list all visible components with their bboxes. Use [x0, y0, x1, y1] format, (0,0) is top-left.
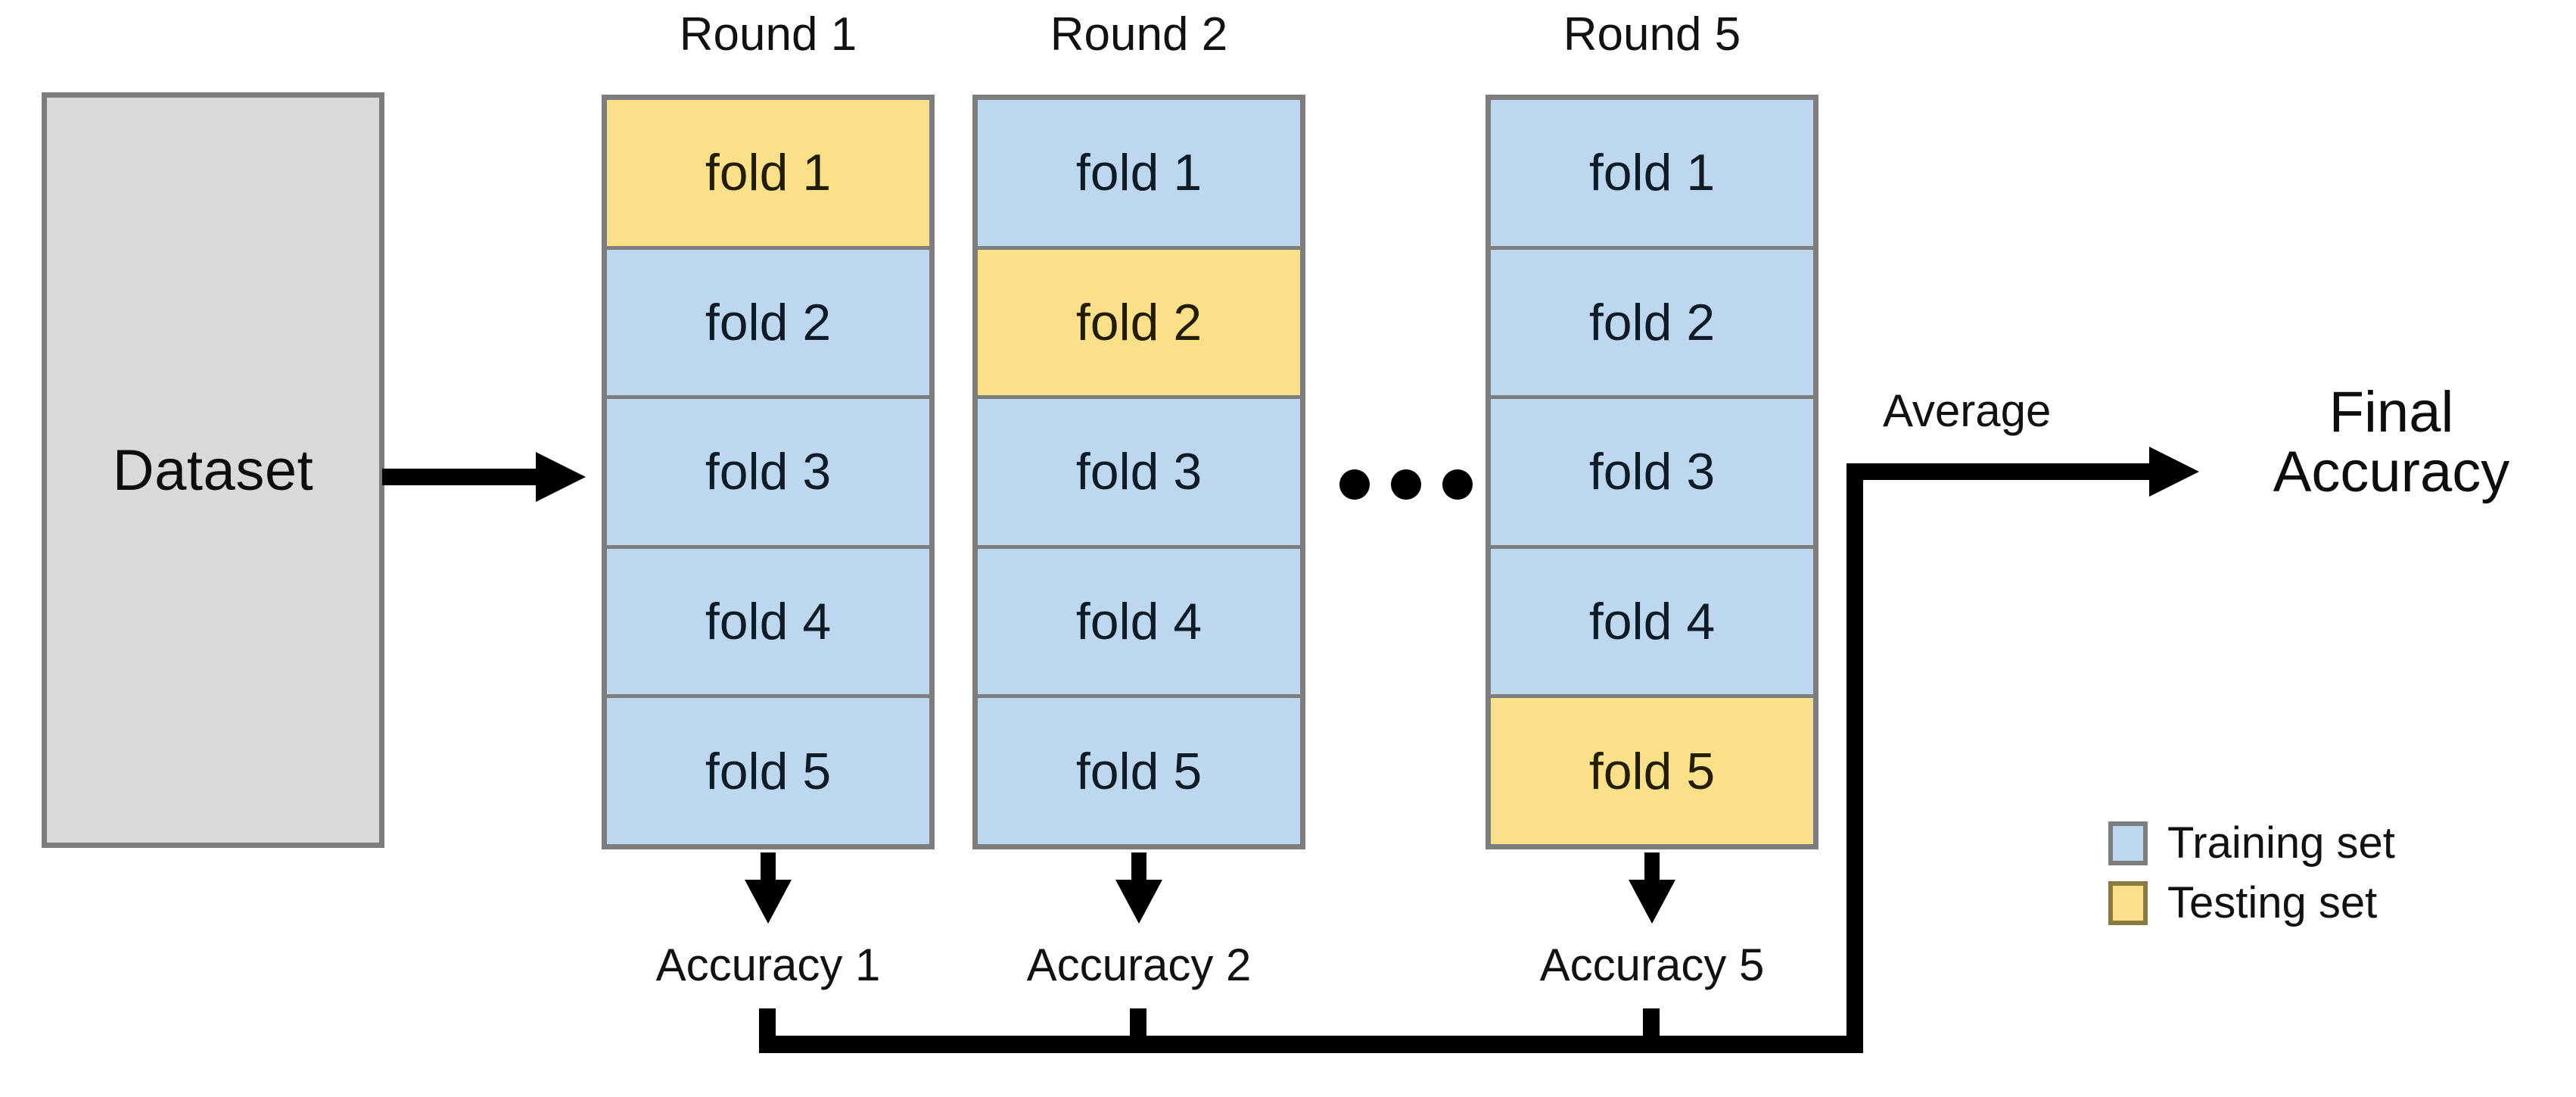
- legend-label-testing: Testing set: [2167, 878, 2378, 927]
- accuracy-1-label: Accuracy 1: [655, 940, 881, 990]
- round-1-fold-1: fold 1: [607, 100, 929, 250]
- legend-item-testing: Testing set: [2108, 877, 2532, 928]
- round-5-fold-3: fold 3: [1491, 399, 1813, 549]
- round-2-fold-2: fold 2: [978, 249, 1300, 400]
- round-5-fold-5: fold 5: [1491, 698, 1813, 844]
- round-1-column: fold 1 fold 2 fold 3 fold 4 fold 5: [602, 95, 935, 849]
- training-set-swatch-icon: [2108, 821, 2148, 865]
- round-5-fold-4: fold 4: [1491, 548, 1813, 699]
- dataset-label: Dataset: [112, 438, 314, 503]
- accuracy-2-label: Accuracy 2: [1026, 940, 1252, 990]
- legend-item-training: Training set: [2108, 818, 2532, 868]
- ellipsis-icon: [1339, 469, 1473, 500]
- accuracy-5-label: Accuracy 5: [1539, 940, 1765, 990]
- round-2-fold-5: fold 5: [978, 698, 1300, 844]
- round-1-title: Round 1: [679, 8, 857, 61]
- round-2-column: fold 1 fold 2 fold 3 fold 4 fold 5: [972, 95, 1305, 849]
- round-2-fold-4: fold 4: [978, 548, 1300, 699]
- final-accuracy-label: Final Accuracy: [2157, 382, 2576, 502]
- round-5-fold-2: fold 2: [1491, 249, 1813, 400]
- average-label: Average: [1883, 385, 2052, 436]
- round-2-fold-3: fold 3: [978, 399, 1300, 549]
- final-accuracy-line-2: Accuracy: [2273, 440, 2510, 505]
- round-2-fold-1: fold 1: [978, 100, 1300, 250]
- round-1-fold-4: fold 4: [607, 548, 929, 699]
- testing-set-swatch-icon: [2108, 880, 2148, 925]
- dataset-block: Dataset: [42, 92, 384, 848]
- round-2-title: Round 2: [1050, 8, 1228, 61]
- accuracy-collector-bus: [759, 1036, 1863, 1053]
- legend: Training set Testing set: [2108, 818, 2532, 937]
- legend-label-training: Training set: [2167, 818, 2395, 868]
- round-5-column: fold 1 fold 2 fold 3 fold 4 fold 5: [1486, 95, 1818, 849]
- round-5-title: Round 5: [1563, 8, 1741, 61]
- round-5-fold-1: fold 1: [1491, 100, 1813, 250]
- kfold-cross-validation-diagram: Dataset Round 1 fold 1 fold 2 fold 3 fol…: [0, 0, 2576, 1097]
- round-1-fold-2: fold 2: [607, 249, 929, 400]
- round-1-fold-3: fold 3: [607, 399, 929, 549]
- round-1-fold-5: fold 5: [607, 698, 929, 844]
- final-accuracy-line-1: Final: [2329, 380, 2454, 444]
- collector-riser: [1846, 463, 1863, 1053]
